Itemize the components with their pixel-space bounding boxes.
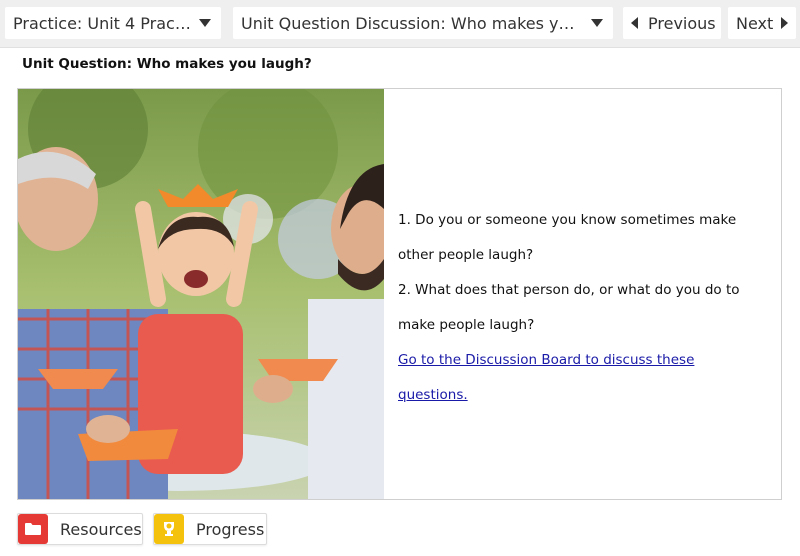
progress-label: Progress [196,519,265,539]
question-1: 1. Do you or someone you know sometimes … [398,212,737,263]
practice-dropdown[interactable]: Practice: Unit 4 Practice [5,7,221,39]
discussion-card: 1. Do you or someone you know sometimes … [17,88,782,500]
previous-button[interactable]: Previous [623,7,721,39]
resources-button[interactable]: Resources [17,513,143,545]
progress-button[interactable]: Progress [153,513,267,545]
folder-icon [18,514,48,544]
chevron-down-icon [591,19,603,27]
next-button-label: Next [736,13,774,33]
trophy-icon [154,514,184,544]
chevron-down-icon [199,19,211,27]
top-navigation-bar: Practice: Unit 4 Practice Unit Question … [0,0,800,48]
resources-label: Resources [60,519,142,539]
discussion-questions: 1. Do you or someone you know sometimes … [398,203,768,413]
practice-dropdown-label: Practice: Unit 4 Practice [13,13,191,33]
discussion-board-link[interactable]: Go to the Discussion Board to discuss th… [398,343,768,413]
previous-button-label: Previous [648,13,716,33]
activity-dropdown[interactable]: Unit Question Discussion: Who makes you … [233,7,613,39]
arrow-right-icon [781,17,789,29]
page-title: Unit Question: Who makes you laugh? [22,56,312,72]
next-button[interactable]: Next [728,7,796,39]
arrow-left-icon [631,17,638,29]
activity-dropdown-label: Unit Question Discussion: Who makes you … [241,13,583,33]
family-laughing-photo [18,89,384,499]
question-2: 2. What does that person do, or what do … [398,282,740,333]
